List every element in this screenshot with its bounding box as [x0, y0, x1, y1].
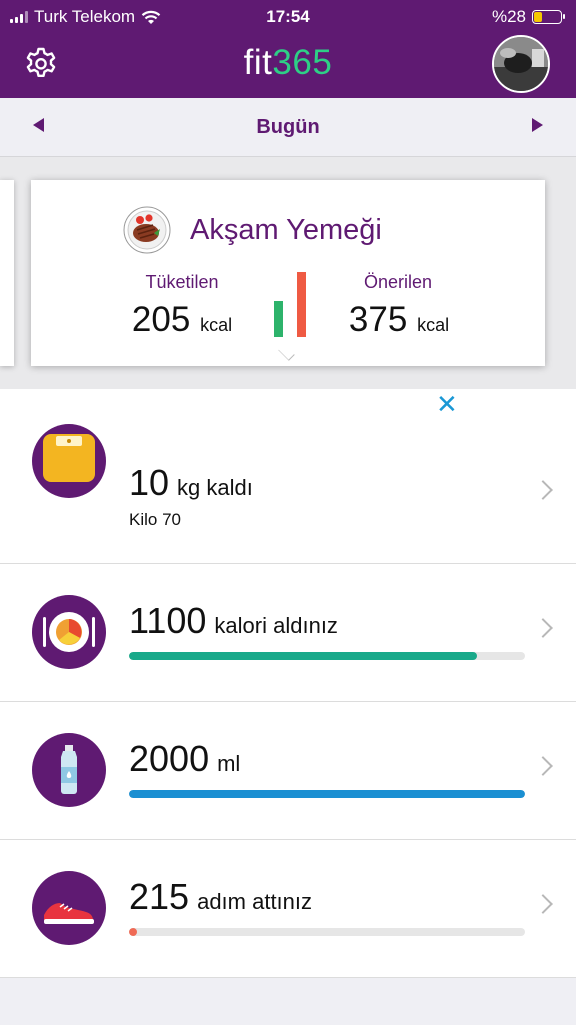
calories-value-line: 1100 kalori aldınız: [129, 600, 338, 642]
steps-value-line: 215 adım attınız: [129, 876, 312, 918]
battery-percent: %28: [491, 7, 526, 26]
consumed-unit: kcal: [200, 315, 233, 335]
meal-title: Akşam Yemeği: [190, 214, 382, 246]
steps-unit: adım attınız: [197, 889, 313, 914]
calories-progress-fill: [129, 652, 478, 660]
chevron-right-icon[interactable]: [533, 894, 553, 914]
chevron-right-icon[interactable]: [533, 618, 553, 638]
app-logo: fit365: [0, 43, 576, 83]
calories-row[interactable]: 1100 kalori aldınız: [0, 563, 576, 700]
bottom-area: [0, 977, 576, 1025]
meal-card[interactable]: Akşam Yemeği Tüketilen 205 kcal Önerilen…: [31, 180, 545, 366]
recommended-value: 375: [348, 300, 408, 339]
plate-icon: [32, 595, 106, 669]
steps-progress-fill: [129, 928, 137, 936]
date-title[interactable]: Bugün: [0, 116, 576, 139]
status-bar-right: %28: [491, 6, 565, 28]
logo-number: 365: [272, 43, 333, 82]
steps-progress: [129, 928, 525, 936]
steak-icon: [123, 206, 171, 254]
status-time: 17:54: [266, 7, 310, 26]
chevron-right-icon[interactable]: [533, 756, 553, 776]
next-day-arrow-icon[interactable]: [532, 118, 543, 132]
recommended-calories: 375 kcal: [314, 300, 484, 340]
close-icon[interactable]: ✕: [436, 391, 458, 417]
calories-unit: kalori aldınız: [214, 613, 338, 638]
app-header: Turk Telekom 17:54 %28 fit365: [0, 0, 576, 98]
current-weight: Kilo 70: [129, 510, 181, 529]
date-navigation: Bugün: [0, 98, 576, 157]
weight-unit: kg kaldı: [177, 475, 253, 500]
previous-meal-card[interactable]: [0, 180, 14, 366]
steps-row[interactable]: 215 adım attınız: [0, 839, 576, 976]
battery-level: [534, 12, 542, 22]
chevron-right-icon[interactable]: [533, 480, 553, 500]
recommended-unit: kcal: [417, 315, 450, 335]
water-row[interactable]: 2000 ml: [0, 701, 576, 838]
water-unit: ml: [217, 751, 241, 776]
weight-value: 10: [129, 462, 170, 503]
water-value: 2000: [129, 738, 210, 779]
calories-progress: [129, 652, 525, 660]
consumed-calories: 205 kcal: [97, 300, 267, 340]
scale-icon: [32, 424, 106, 498]
weight-value-line: 10 kg kaldı: [129, 462, 253, 504]
consumed-bar: [274, 301, 283, 337]
avatar[interactable]: [492, 35, 550, 93]
avatar-image: [494, 37, 548, 91]
water-value-line: 2000 ml: [129, 738, 240, 780]
water-bottle-icon: [32, 733, 106, 807]
calories-value: 1100: [129, 600, 207, 641]
consumed-label: Tüketilen: [145, 272, 219, 292]
logo-text: fit: [243, 43, 273, 82]
expand-chevron-icon[interactable]: [278, 344, 295, 361]
sneaker-icon: [32, 871, 106, 945]
meal-carousel[interactable]: Akşam Yemeği Tüketilen 205 kcal Önerilen…: [0, 157, 576, 389]
consumed-value: 205: [131, 300, 191, 339]
steps-value: 215: [129, 876, 190, 917]
recommended-bar: [297, 272, 306, 337]
recommended-label: Önerilen: [363, 272, 433, 292]
water-progress-fill: [129, 790, 525, 798]
battery-icon: [532, 10, 565, 24]
water-progress: [129, 790, 525, 798]
weight-row[interactable]: 10 kg kaldı Kilo 70: [0, 424, 576, 563]
